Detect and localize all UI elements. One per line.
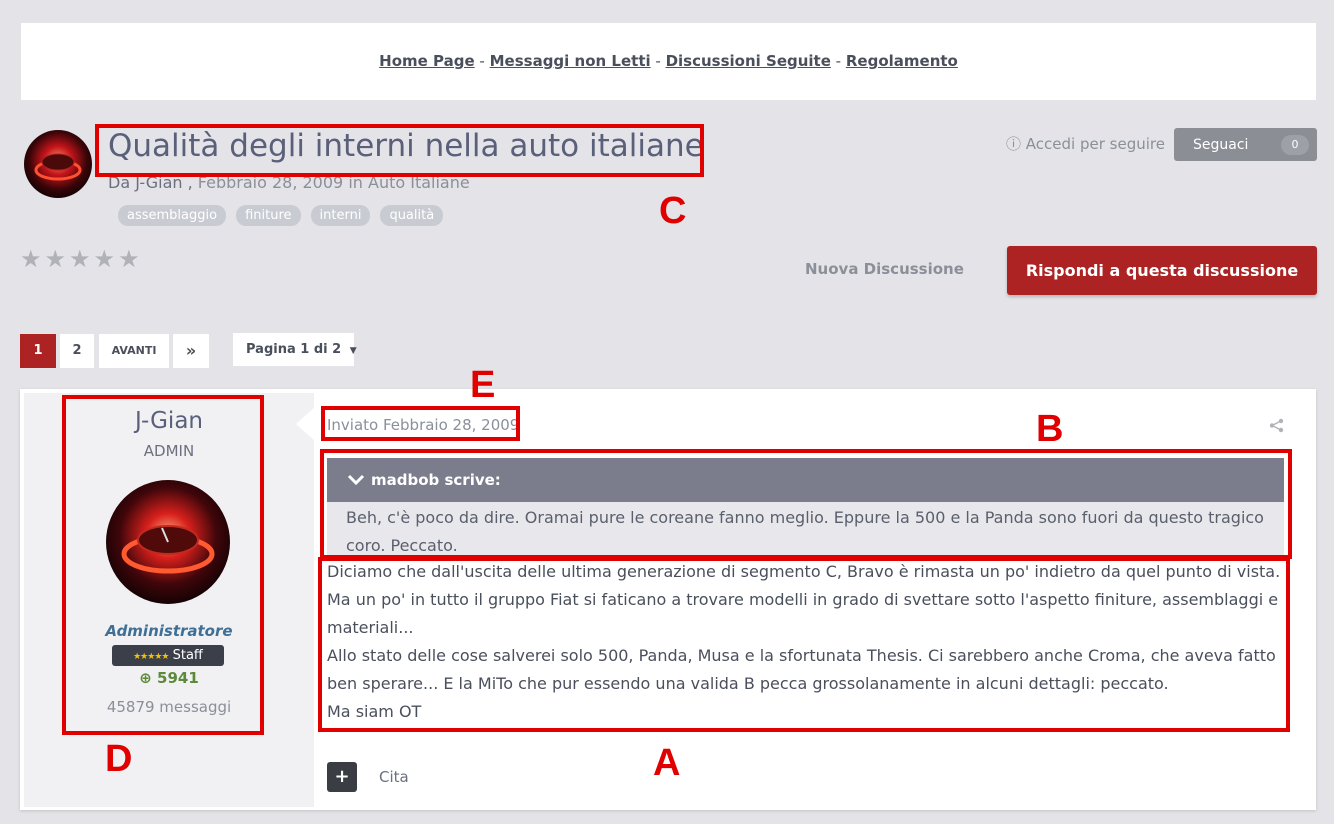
top-nav-links: Home Page - Messaggi non Letti - Discuss… (379, 52, 958, 70)
star-icon[interactable]: ★ (118, 245, 140, 273)
follow-login-link[interactable]: ⓘ Accedi per seguire (1006, 133, 1165, 154)
page-2-button[interactable]: 2 (60, 334, 94, 368)
new-discussion-button[interactable]: Nuova Discussione (805, 260, 964, 278)
share-icon[interactable] (1269, 418, 1284, 437)
annotation-label-d: D (105, 738, 133, 780)
annotation-box-e (321, 406, 520, 441)
annotation-box-a (318, 557, 1290, 732)
annotation-box-d (62, 395, 264, 735)
tag[interactable]: assemblaggio (118, 205, 227, 226)
star-icon[interactable]: ★ (94, 245, 116, 273)
top-nav-bar: Home Page - Messaggi non Letti - Discuss… (21, 23, 1316, 100)
tag[interactable]: qualità (380, 205, 444, 226)
next-page-button[interactable]: AVANTI (99, 334, 169, 368)
topic-author-avatar[interactable] (24, 130, 92, 198)
page-1-button[interactable]: 1 (20, 334, 56, 368)
nav-link-home[interactable]: Home Page (379, 52, 475, 70)
star-icon[interactable]: ★ (20, 245, 42, 273)
followers-count: 0 (1281, 135, 1309, 155)
topic-tags: assemblaggio finiture interni qualità (118, 205, 444, 226)
nav-link-rules[interactable]: Regolamento (846, 52, 958, 70)
quote-button[interactable]: Cita (379, 768, 409, 786)
nav-link-unread[interactable]: Messaggi non Letti (490, 52, 651, 70)
caret-down-icon: ▼ (349, 346, 357, 356)
star-icon[interactable]: ★ (45, 245, 67, 273)
annotation-label-c: C (659, 190, 687, 232)
nav-link-followed[interactable]: Discussioni Seguite (666, 52, 831, 70)
followers-button[interactable]: Seguaci 0 (1174, 128, 1317, 161)
reply-button[interactable]: Rispondi a questa discussione (1007, 246, 1317, 295)
tag[interactable]: interni (310, 205, 371, 226)
page-jump-dropdown[interactable]: Pagina 1 di 2 ▼ (233, 333, 357, 366)
info-icon: ⓘ (1006, 135, 1022, 153)
annotation-label-e: E (470, 364, 496, 406)
star-icon[interactable]: ★ (69, 245, 91, 273)
multiquote-plus-button[interactable]: + (327, 762, 357, 792)
rating-stars[interactable]: ★ ★ ★ ★ ★ (20, 245, 140, 273)
annotation-box-c (95, 124, 704, 177)
annotation-box-b (320, 449, 1292, 559)
last-page-button[interactable]: » (173, 334, 209, 368)
annotation-label-b: B (1036, 408, 1064, 450)
annotation-label-a: A (653, 742, 681, 784)
tag[interactable]: finiture (236, 205, 301, 226)
